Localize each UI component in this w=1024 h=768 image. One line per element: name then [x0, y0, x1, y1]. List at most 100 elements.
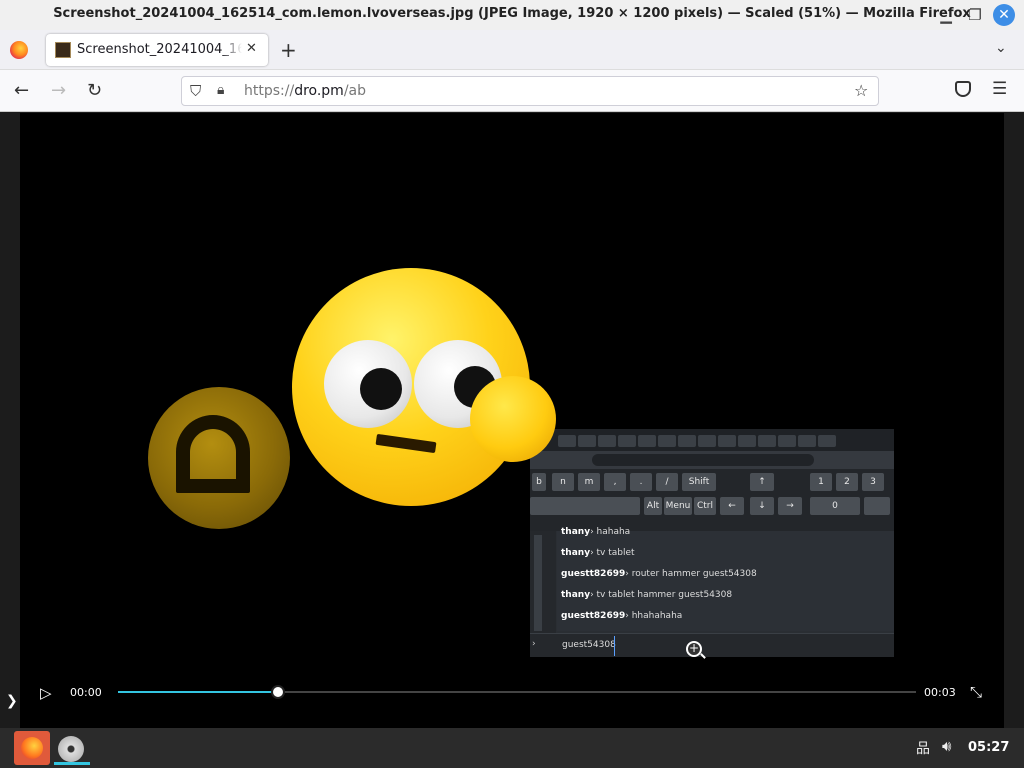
- url-path: /ab: [343, 83, 367, 99]
- chat-message: thany› tv tablet hammer guest54308: [561, 590, 733, 600]
- inner-tab: [798, 435, 816, 447]
- fullscreen-icon[interactable]: ⤡: [970, 683, 982, 701]
- duration: 00:03: [924, 686, 956, 699]
- inner-tab: [738, 435, 756, 447]
- chat-user: thany: [561, 548, 591, 558]
- chat-user: guestt82699: [561, 569, 626, 579]
- inner-key: ↓: [750, 497, 774, 515]
- inner-key: Shift: [682, 473, 716, 491]
- inner-key: ←: [720, 497, 744, 515]
- tab-label: Screenshot_20241004_162514: [77, 42, 242, 57]
- chevron-right-icon[interactable]: ❯: [6, 693, 18, 709]
- clock[interactable]: 05:27: [968, 740, 1009, 755]
- media-player-icon[interactable]: [54, 731, 90, 765]
- inner-tab: [618, 435, 636, 447]
- taskbar: 品 🔊︎ 05:27: [0, 728, 1024, 768]
- inner-tab: [818, 435, 836, 447]
- left-eye: [324, 340, 412, 428]
- chat-message: guestt82699› router hammer guest54308: [561, 569, 757, 579]
- back-button[interactable]: ←: [14, 80, 29, 101]
- inner-chat-log: thany› hahaha thany› tv tablet guestt826…: [557, 527, 894, 631]
- inner-tab: [658, 435, 676, 447]
- hand-emoji: [470, 376, 556, 462]
- inner-key-blank: [864, 497, 890, 515]
- url-bar[interactable]: ⛉ 🔒︎ https://dro.pm/ab ☆: [181, 76, 879, 106]
- inner-key: 3: [862, 473, 884, 491]
- inner-tab: [778, 435, 796, 447]
- chat-user: guestt82699: [561, 611, 626, 621]
- inner-tab: [718, 435, 736, 447]
- reload-button[interactable]: ↻: [87, 80, 102, 101]
- inner-key: Menu: [664, 497, 692, 515]
- inner-key: →: [778, 497, 802, 515]
- window-titlebar: Screenshot_20241004_162514_com.lemon.lvo…: [0, 0, 1024, 30]
- inner-scroll-bar: [534, 535, 542, 631]
- firefox-logo: [21, 737, 43, 759]
- inner-tab-strip: [530, 429, 894, 451]
- left-pupil: [360, 368, 402, 410]
- inner-tab: [698, 435, 716, 447]
- firefox-icon[interactable]: [14, 731, 50, 765]
- inner-key: n: [552, 473, 574, 491]
- firefox-view-icon[interactable]: [10, 41, 28, 59]
- chat-text: router hammer guest54308: [631, 569, 757, 579]
- shield-icon[interactable]: ⛉: [190, 82, 201, 100]
- seek-thumb[interactable]: [270, 685, 285, 699]
- inner-key: b: [532, 473, 546, 491]
- minimize-icon[interactable]: ▁: [935, 4, 957, 26]
- volume-icon[interactable]: 🔊︎: [942, 737, 951, 755]
- tab-screenshot[interactable]: Screenshot_20241004_162514 ✕: [46, 34, 268, 66]
- inner-tab: [638, 435, 656, 447]
- forward-button[interactable]: →: [51, 80, 66, 101]
- inner-tab: [598, 435, 616, 447]
- tab-close-icon[interactable]: ✕: [246, 41, 257, 56]
- maximize-icon[interactable]: ❐: [964, 4, 986, 26]
- coin-letter-shape: [176, 415, 250, 493]
- inner-url-box: [592, 454, 814, 466]
- chat-text: tv tablet hammer guest54308: [596, 590, 733, 600]
- list-all-tabs-icon[interactable]: ⌄: [995, 40, 1007, 56]
- lock-icon[interactable]: 🔒︎: [217, 82, 224, 98]
- chat-user: thany: [561, 527, 591, 537]
- inner-screenshot: b n m , . / Shift ↑ 1 2 3 Alt Menu Ctrl …: [530, 429, 894, 657]
- inner-key: ,: [604, 473, 626, 491]
- coin-emoji: [148, 387, 290, 529]
- inner-key: Alt: [644, 497, 662, 515]
- network-icon[interactable]: 品: [916, 738, 930, 758]
- url-scheme: https://: [244, 83, 295, 99]
- mouth: [375, 433, 437, 454]
- inner-key: Ctrl: [694, 497, 716, 515]
- pocket-icon[interactable]: [955, 81, 971, 97]
- inner-key: /: [656, 473, 678, 491]
- inner-key: 1: [810, 473, 832, 491]
- inner-tab: [578, 435, 596, 447]
- current-time: 00:00: [70, 686, 102, 699]
- window-title: Screenshot_20241004_162514_com.lemon.lvo…: [53, 6, 971, 21]
- new-tab-button[interactable]: +: [280, 38, 297, 62]
- tab-favicon: [55, 42, 71, 58]
- hamburger-menu-icon[interactable]: ☰: [992, 79, 1007, 99]
- inner-key: 0: [810, 497, 860, 515]
- chat-text: hhahahaha: [631, 611, 683, 621]
- chat-message: thany› tv tablet: [561, 548, 635, 558]
- seek-fill: [118, 691, 278, 693]
- zoom-in-cursor-icon: +: [686, 641, 702, 657]
- tab-bar: Screenshot_20241004_162514 ✕ + ⌄: [0, 30, 1024, 70]
- inner-nick: guest54308: [562, 640, 616, 650]
- chat-message: guestt82699› hhahahaha: [561, 611, 683, 621]
- inner-key: 2: [836, 473, 858, 491]
- play-button[interactable]: ▷: [40, 684, 52, 702]
- chat-text: tv tablet: [596, 548, 635, 558]
- close-icon[interactable]: ✕: [993, 4, 1015, 26]
- video-frame[interactable]: b n m , . / Shift ↑ 1 2 3 Alt Menu Ctrl …: [20, 113, 1004, 728]
- url-text[interactable]: https://dro.pm/ab: [244, 83, 366, 99]
- inner-key: .: [630, 473, 652, 491]
- seek-slider[interactable]: [118, 685, 916, 699]
- inner-message-field: [614, 636, 894, 656]
- inner-address-bar: [530, 451, 894, 469]
- inner-key: ↑: [750, 473, 774, 491]
- chat-user: thany: [561, 590, 591, 600]
- inner-keyboard: b n m , . / Shift ↑ 1 2 3 Alt Menu Ctrl …: [530, 469, 894, 531]
- bookmark-star-icon[interactable]: ☆: [854, 81, 868, 100]
- inner-tab: [678, 435, 696, 447]
